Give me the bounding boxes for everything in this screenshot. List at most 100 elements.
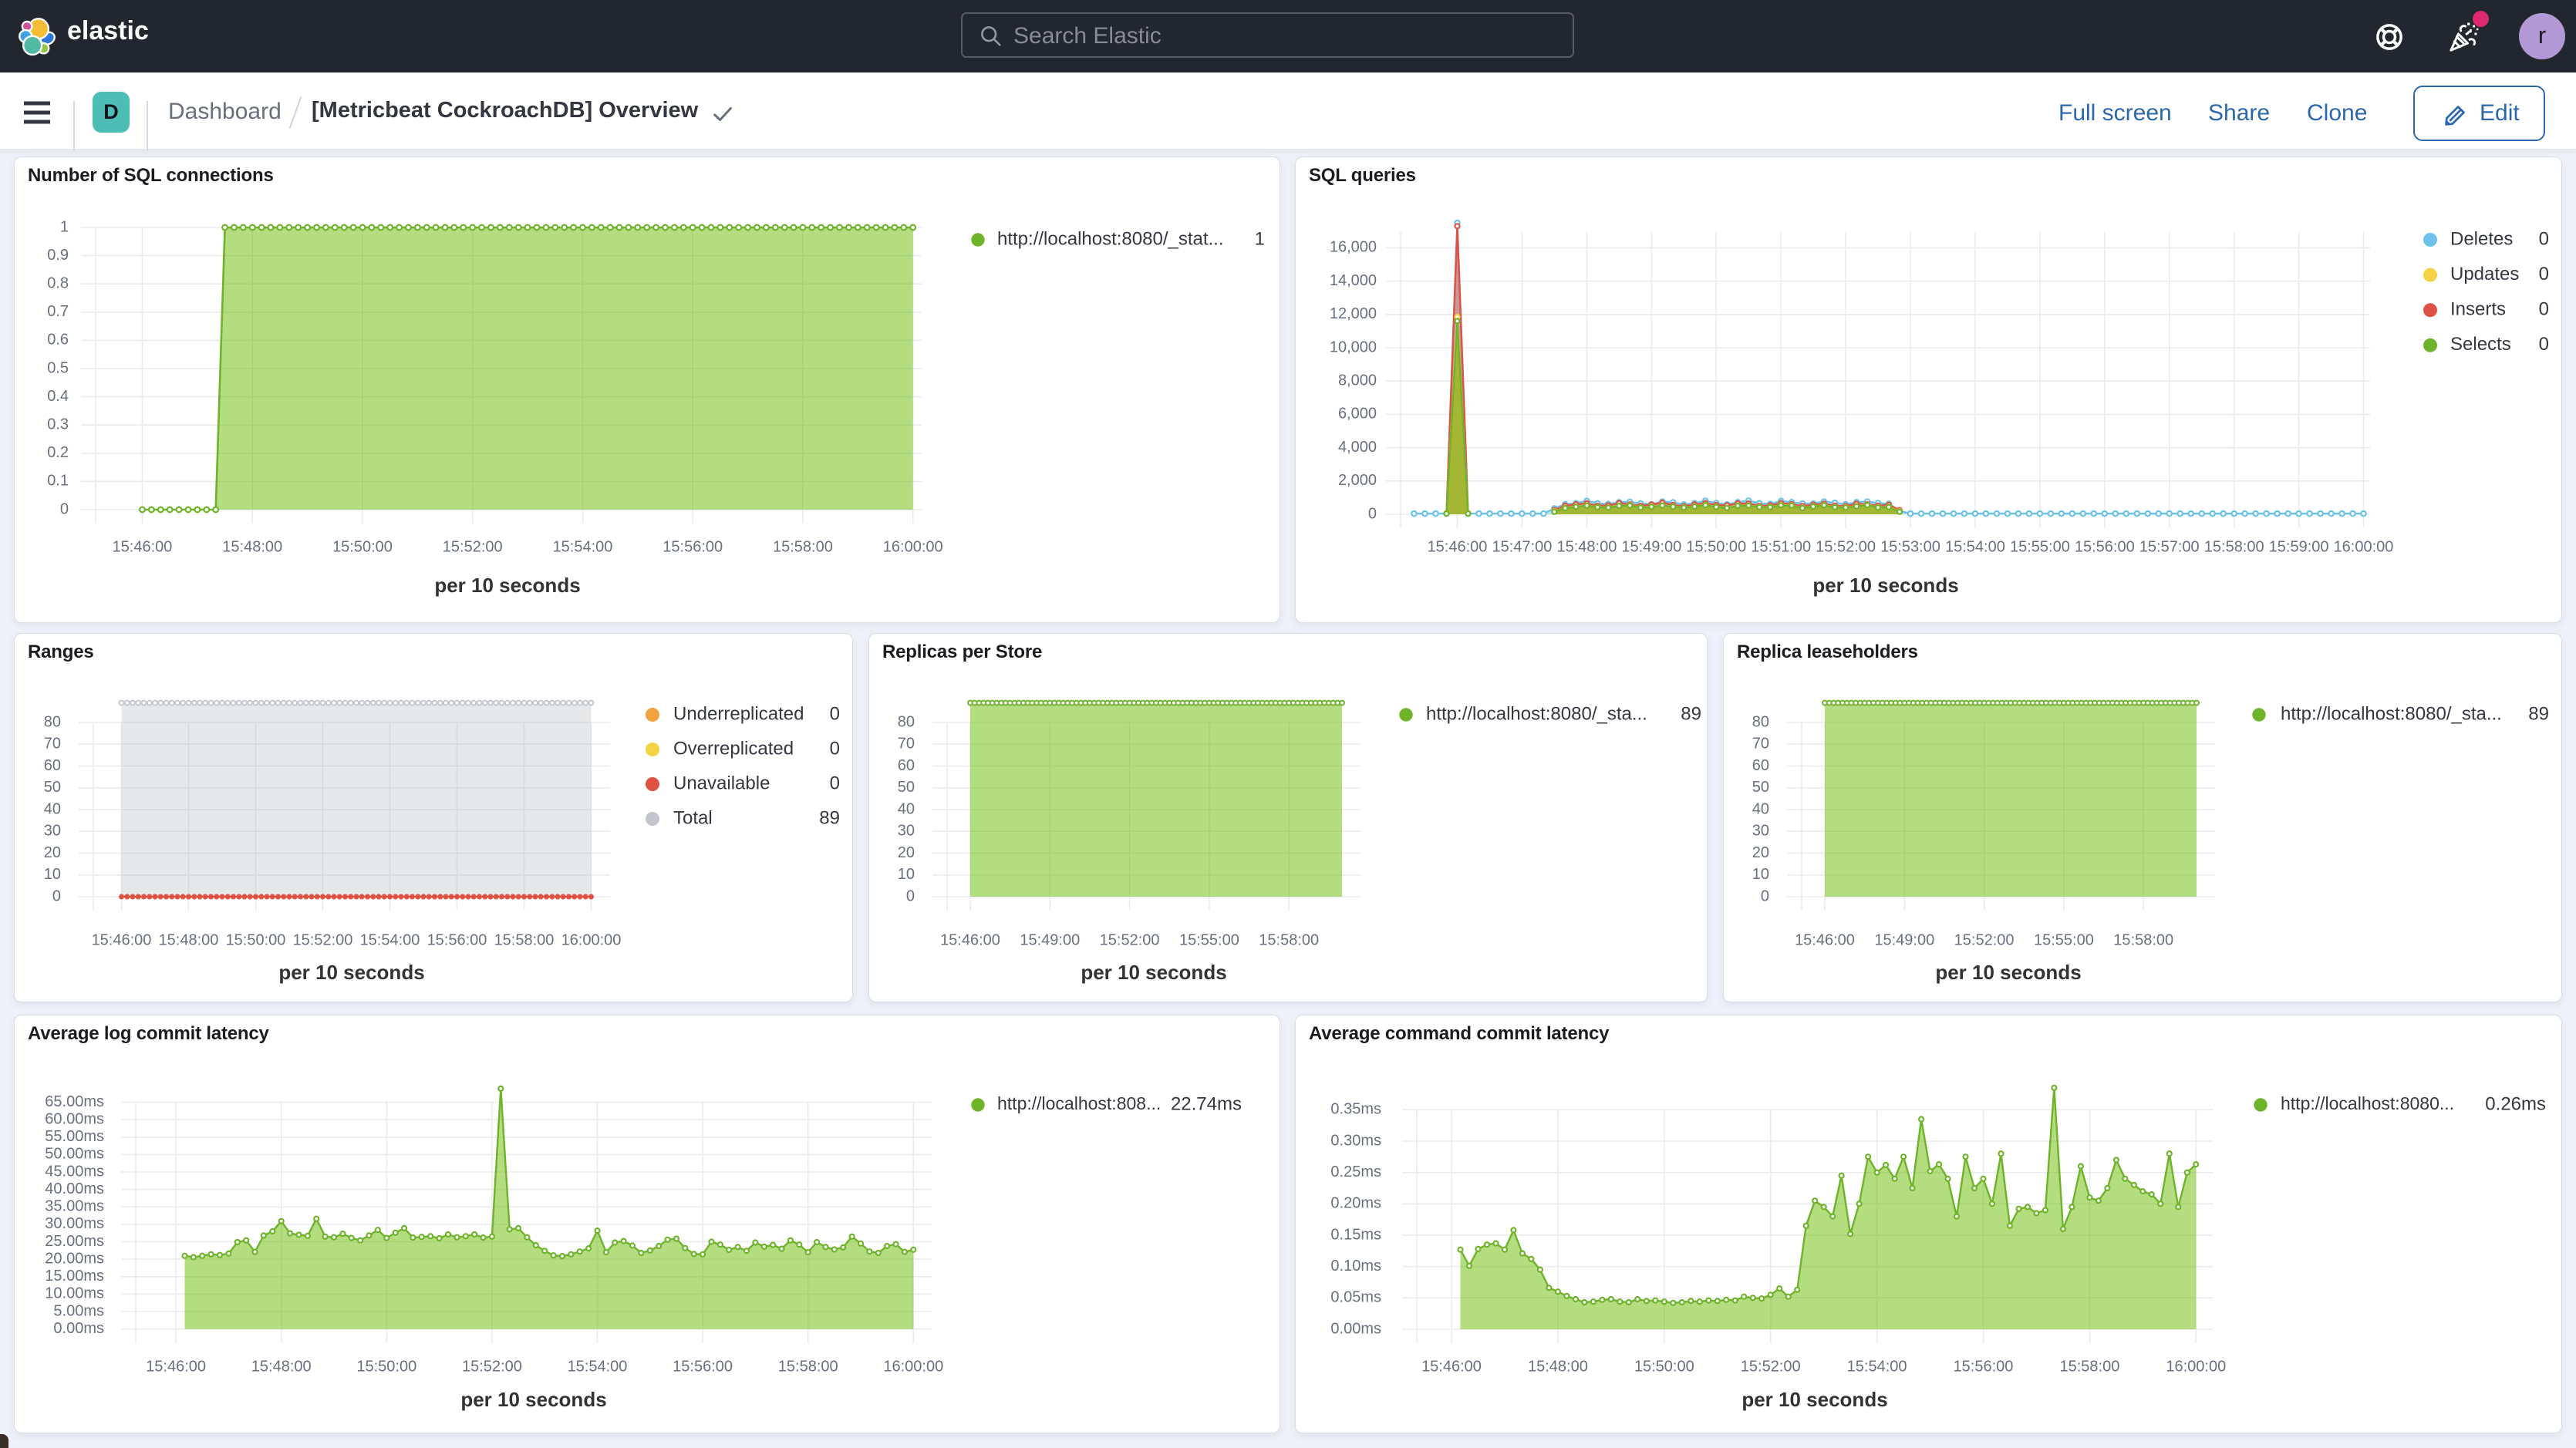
svg-text:15:55:00: 15:55:00 bbox=[1179, 931, 1239, 948]
svg-text:15:50:00: 15:50:00 bbox=[356, 1358, 416, 1375]
svg-text:50: 50 bbox=[898, 779, 915, 796]
svg-text:10: 10 bbox=[898, 866, 915, 883]
svg-text:0: 0 bbox=[52, 887, 61, 904]
svg-text:0.8: 0.8 bbox=[47, 274, 69, 291]
svg-text:0.5: 0.5 bbox=[47, 359, 69, 376]
svg-text:15:46:00: 15:46:00 bbox=[1795, 931, 1855, 948]
svg-text:http://localhost:8080/_sta...: http://localhost:8080/_sta... bbox=[2281, 703, 2502, 724]
svg-text:http://localhost:808...: http://localhost:808... bbox=[997, 1093, 1161, 1113]
svg-text:20: 20 bbox=[44, 844, 61, 861]
svg-text:0.9: 0.9 bbox=[47, 247, 69, 264]
svg-text:60: 60 bbox=[898, 757, 915, 774]
svg-text:14,000: 14,000 bbox=[1330, 272, 1377, 289]
svg-text:0: 0 bbox=[830, 773, 840, 793]
svg-text:0.3: 0.3 bbox=[47, 416, 69, 433]
svg-text:0.26ms: 0.26ms bbox=[2485, 1093, 2546, 1114]
svg-text:Deletes: Deletes bbox=[2450, 228, 2513, 249]
svg-text:15:54:00: 15:54:00 bbox=[1847, 1358, 1907, 1375]
svg-text:15.00ms: 15.00ms bbox=[45, 1268, 104, 1285]
svg-text:65.00ms: 65.00ms bbox=[45, 1093, 104, 1110]
svg-text:0.00ms: 0.00ms bbox=[53, 1320, 104, 1337]
svg-text:2,000: 2,000 bbox=[1338, 472, 1377, 489]
svg-text:15:53:00: 15:53:00 bbox=[1880, 538, 1940, 555]
svg-text:15:58:00: 15:58:00 bbox=[494, 931, 555, 948]
svg-text:15:54:00: 15:54:00 bbox=[360, 931, 420, 948]
svg-text:http://localhost:8080/_stat...: http://localhost:8080/_stat... bbox=[997, 228, 1224, 249]
svg-text:70: 70 bbox=[898, 735, 915, 752]
svg-text:0: 0 bbox=[2539, 264, 2549, 285]
svg-text:Inserts: Inserts bbox=[2450, 299, 2506, 320]
svg-text:per 10 seconds: per 10 seconds bbox=[278, 961, 424, 984]
svg-text:15:56:00: 15:56:00 bbox=[427, 931, 487, 948]
svg-text:http://localhost:8080...: http://localhost:8080... bbox=[2281, 1093, 2454, 1113]
svg-text:15:57:00: 15:57:00 bbox=[2139, 538, 2200, 555]
svg-text:per 10 seconds: per 10 seconds bbox=[1935, 961, 2081, 984]
svg-text:80: 80 bbox=[44, 713, 61, 730]
svg-text:70: 70 bbox=[1752, 735, 1769, 752]
svg-text:0: 0 bbox=[1761, 887, 1769, 904]
svg-text:89: 89 bbox=[2528, 703, 2549, 724]
svg-text:15:54:00: 15:54:00 bbox=[553, 538, 613, 555]
svg-text:per 10 seconds: per 10 seconds bbox=[1812, 574, 1958, 597]
svg-text:0: 0 bbox=[2539, 299, 2549, 320]
svg-text:15:48:00: 15:48:00 bbox=[251, 1358, 312, 1375]
svg-text:15:50:00: 15:50:00 bbox=[1686, 538, 1746, 555]
svg-text:per 10 seconds: per 10 seconds bbox=[460, 1388, 606, 1411]
svg-text:15:55:00: 15:55:00 bbox=[2034, 931, 2094, 948]
svg-text:55.00ms: 55.00ms bbox=[45, 1128, 104, 1145]
svg-text:0: 0 bbox=[2539, 228, 2549, 249]
svg-text:15:50:00: 15:50:00 bbox=[226, 931, 286, 948]
svg-text:6,000: 6,000 bbox=[1338, 406, 1377, 423]
svg-text:15:52:00: 15:52:00 bbox=[462, 1358, 522, 1375]
svg-text:40.00ms: 40.00ms bbox=[45, 1180, 104, 1197]
svg-text:30: 30 bbox=[898, 822, 915, 839]
svg-text:0: 0 bbox=[2539, 334, 2549, 355]
svg-text:35.00ms: 35.00ms bbox=[45, 1198, 104, 1215]
svg-text:0: 0 bbox=[60, 500, 69, 517]
svg-text:0: 0 bbox=[906, 887, 915, 904]
svg-text:15:58:00: 15:58:00 bbox=[1259, 931, 1319, 948]
svg-text:0.20ms: 0.20ms bbox=[1330, 1195, 1381, 1212]
svg-text:40: 40 bbox=[44, 800, 61, 817]
svg-text:10: 10 bbox=[1752, 866, 1769, 883]
svg-text:15:55:00: 15:55:00 bbox=[2010, 538, 2070, 555]
svg-text:15:56:00: 15:56:00 bbox=[673, 1358, 733, 1375]
svg-text:15:54:00: 15:54:00 bbox=[1945, 538, 2005, 555]
svg-text:60: 60 bbox=[44, 757, 61, 774]
svg-text:15:58:00: 15:58:00 bbox=[773, 538, 833, 555]
svg-text:16:00:00: 16:00:00 bbox=[2334, 538, 2394, 555]
svg-text:16,000: 16,000 bbox=[1330, 239, 1377, 256]
svg-text:15:51:00: 15:51:00 bbox=[1751, 538, 1811, 555]
svg-text:15:52:00: 15:52:00 bbox=[443, 538, 503, 555]
svg-text:15:58:00: 15:58:00 bbox=[2204, 538, 2264, 555]
svg-text:15:48:00: 15:48:00 bbox=[1556, 538, 1617, 555]
svg-text:http://localhost:8080/_sta...: http://localhost:8080/_sta... bbox=[1426, 703, 1647, 724]
svg-text:15:49:00: 15:49:00 bbox=[1621, 538, 1681, 555]
svg-text:15:48:00: 15:48:00 bbox=[159, 931, 219, 948]
svg-text:30: 30 bbox=[1752, 822, 1769, 839]
svg-text:16:00:00: 16:00:00 bbox=[2166, 1358, 2226, 1375]
svg-text:30.00ms: 30.00ms bbox=[45, 1215, 104, 1232]
svg-text:15:46:00: 15:46:00 bbox=[113, 538, 173, 555]
svg-text:0: 0 bbox=[830, 703, 840, 724]
svg-text:0.05ms: 0.05ms bbox=[1330, 1289, 1381, 1306]
svg-text:80: 80 bbox=[1752, 713, 1769, 730]
svg-text:70: 70 bbox=[44, 735, 61, 752]
svg-text:15:58:00: 15:58:00 bbox=[2059, 1358, 2119, 1375]
svg-text:15:52:00: 15:52:00 bbox=[293, 931, 353, 948]
svg-text:0.2: 0.2 bbox=[47, 444, 69, 461]
svg-text:Total: Total bbox=[673, 807, 713, 828]
svg-text:20.00ms: 20.00ms bbox=[45, 1250, 104, 1267]
svg-text:0.25ms: 0.25ms bbox=[1330, 1163, 1381, 1180]
svg-text:60: 60 bbox=[1752, 757, 1769, 774]
svg-text:16:00:00: 16:00:00 bbox=[883, 538, 943, 555]
svg-text:45.00ms: 45.00ms bbox=[45, 1163, 104, 1180]
svg-text:1: 1 bbox=[60, 218, 69, 235]
svg-text:16:00:00: 16:00:00 bbox=[883, 1358, 943, 1375]
svg-text:Overreplicated: Overreplicated bbox=[673, 738, 794, 759]
svg-text:15:50:00: 15:50:00 bbox=[332, 538, 393, 555]
svg-text:0.7: 0.7 bbox=[47, 303, 69, 320]
svg-text:0: 0 bbox=[830, 738, 840, 759]
svg-text:15:46:00: 15:46:00 bbox=[146, 1358, 206, 1375]
svg-text:0.10ms: 0.10ms bbox=[1330, 1258, 1381, 1275]
